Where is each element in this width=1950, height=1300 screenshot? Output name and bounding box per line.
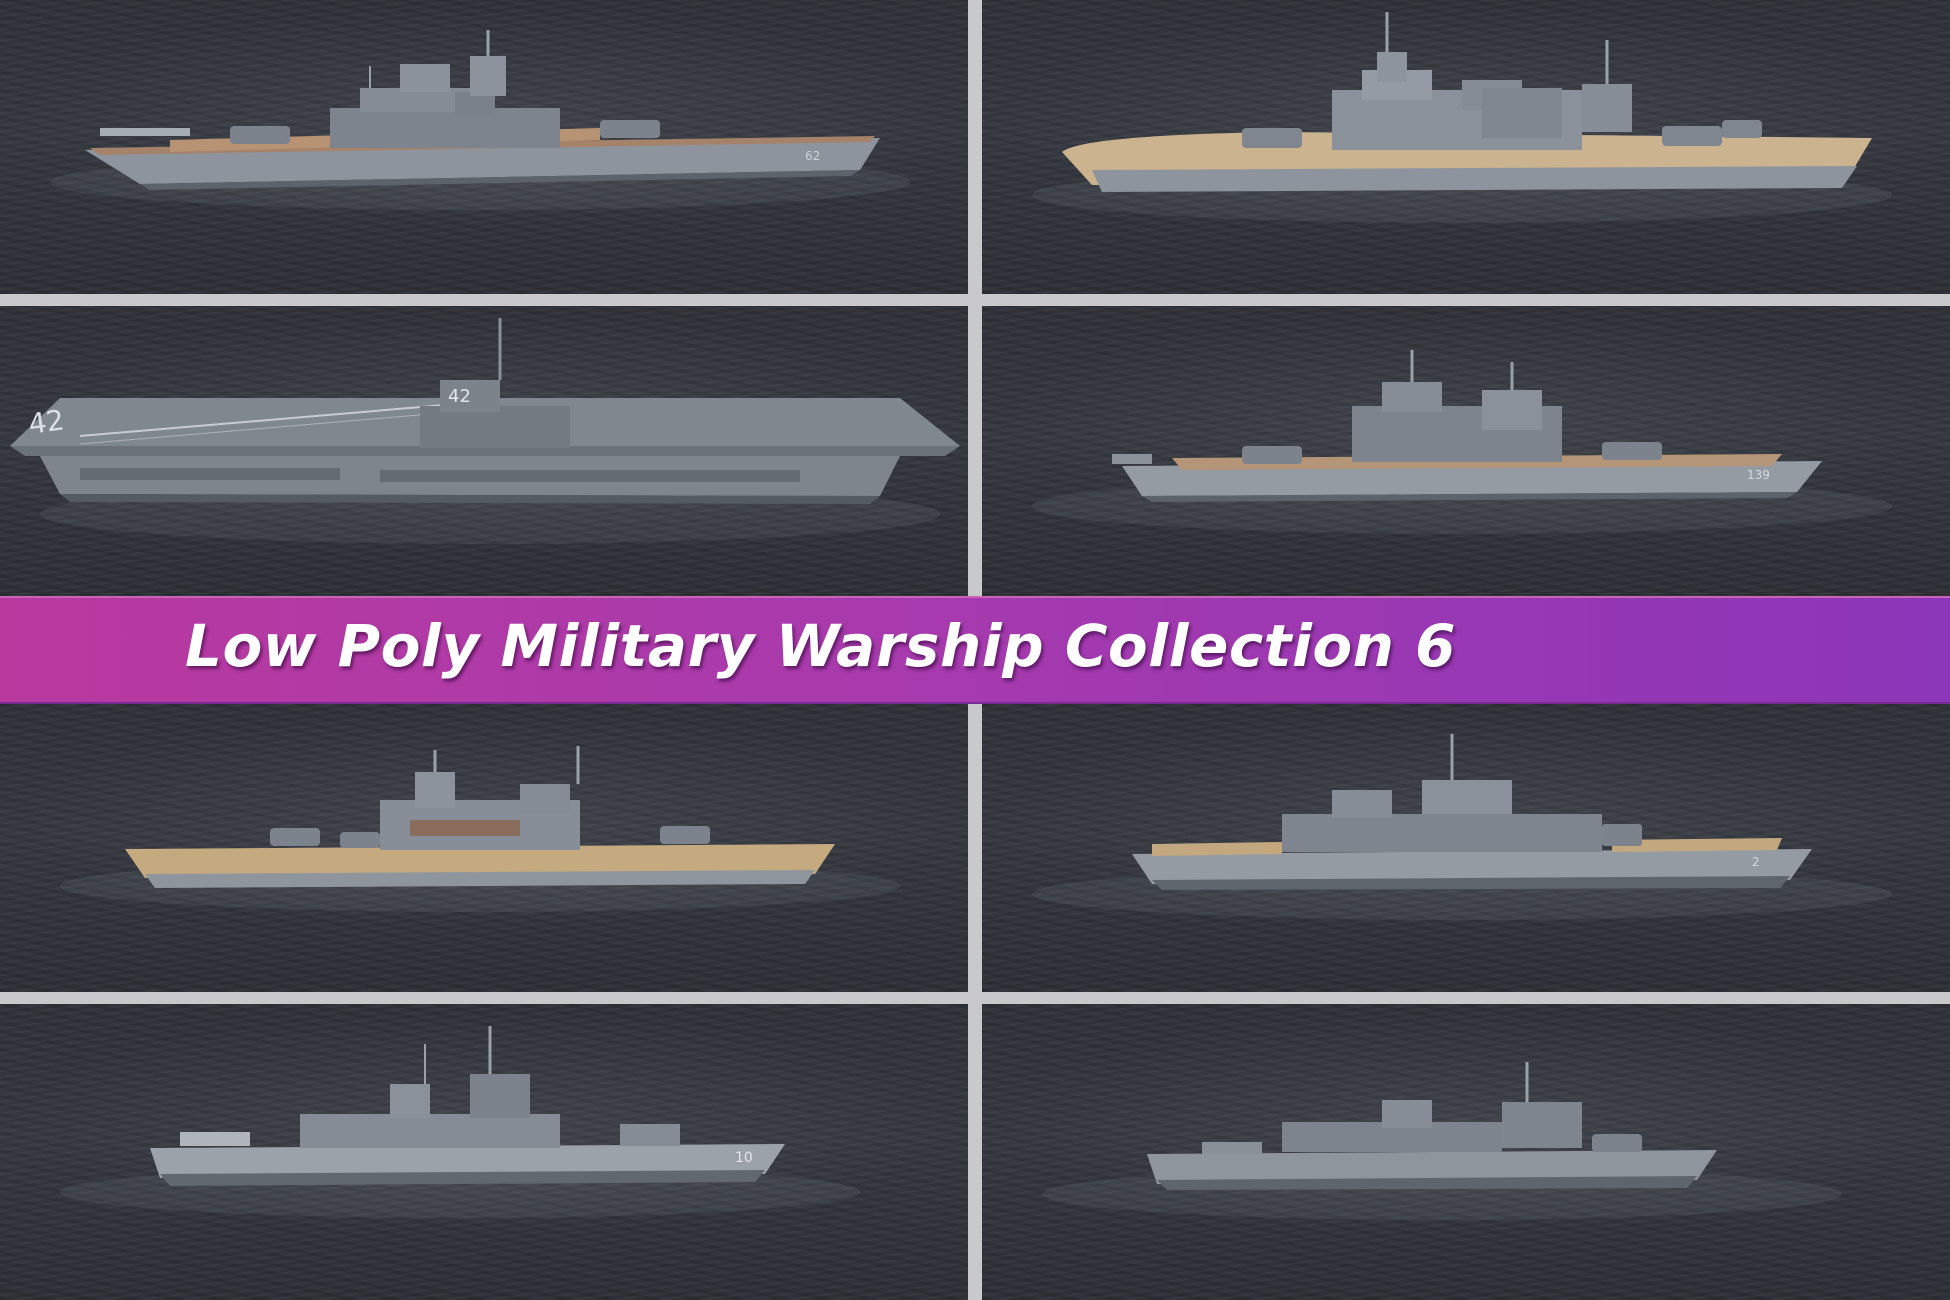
- warship-render-3: 42 42: [0, 306, 968, 596]
- warship-render-1: 62: [0, 0, 968, 294]
- warship-render-8: [982, 1004, 1950, 1300]
- banner-title: Low Poly Military Warship Collection 6: [185, 612, 1457, 680]
- battleship-tan-deck-model-2: [60, 746, 900, 912]
- warship-render-6: 2: [982, 704, 1950, 992]
- warship-render-7: 10: [0, 1004, 968, 1300]
- missile-cruiser-model: 10: [60, 1026, 860, 1218]
- aircraft-carrier-model: 42 42: [10, 318, 960, 544]
- warship-render-5: [0, 704, 968, 992]
- title-banner: Low Poly Military Warship Collection 6: [0, 596, 1950, 704]
- warship-render-2: [982, 0, 1950, 294]
- battleship-tan-deck-model: [1032, 12, 1892, 223]
- svg-text:42: 42: [26, 403, 66, 441]
- svg-text:42: 42: [448, 386, 471, 407]
- svg-text:62: 62: [805, 149, 820, 163]
- svg-text:10: 10: [735, 1150, 753, 1166]
- heavy-cruiser-model: 139: [1032, 350, 1892, 534]
- svg-text:2: 2: [1752, 855, 1760, 869]
- svg-text:139: 139: [1747, 468, 1770, 482]
- battleship-grey-model: 62: [50, 30, 910, 210]
- light-cruiser-model: 2: [1032, 734, 1892, 920]
- warship-render-4: 139: [982, 306, 1950, 596]
- destroyer-model: [1042, 1062, 1842, 1220]
